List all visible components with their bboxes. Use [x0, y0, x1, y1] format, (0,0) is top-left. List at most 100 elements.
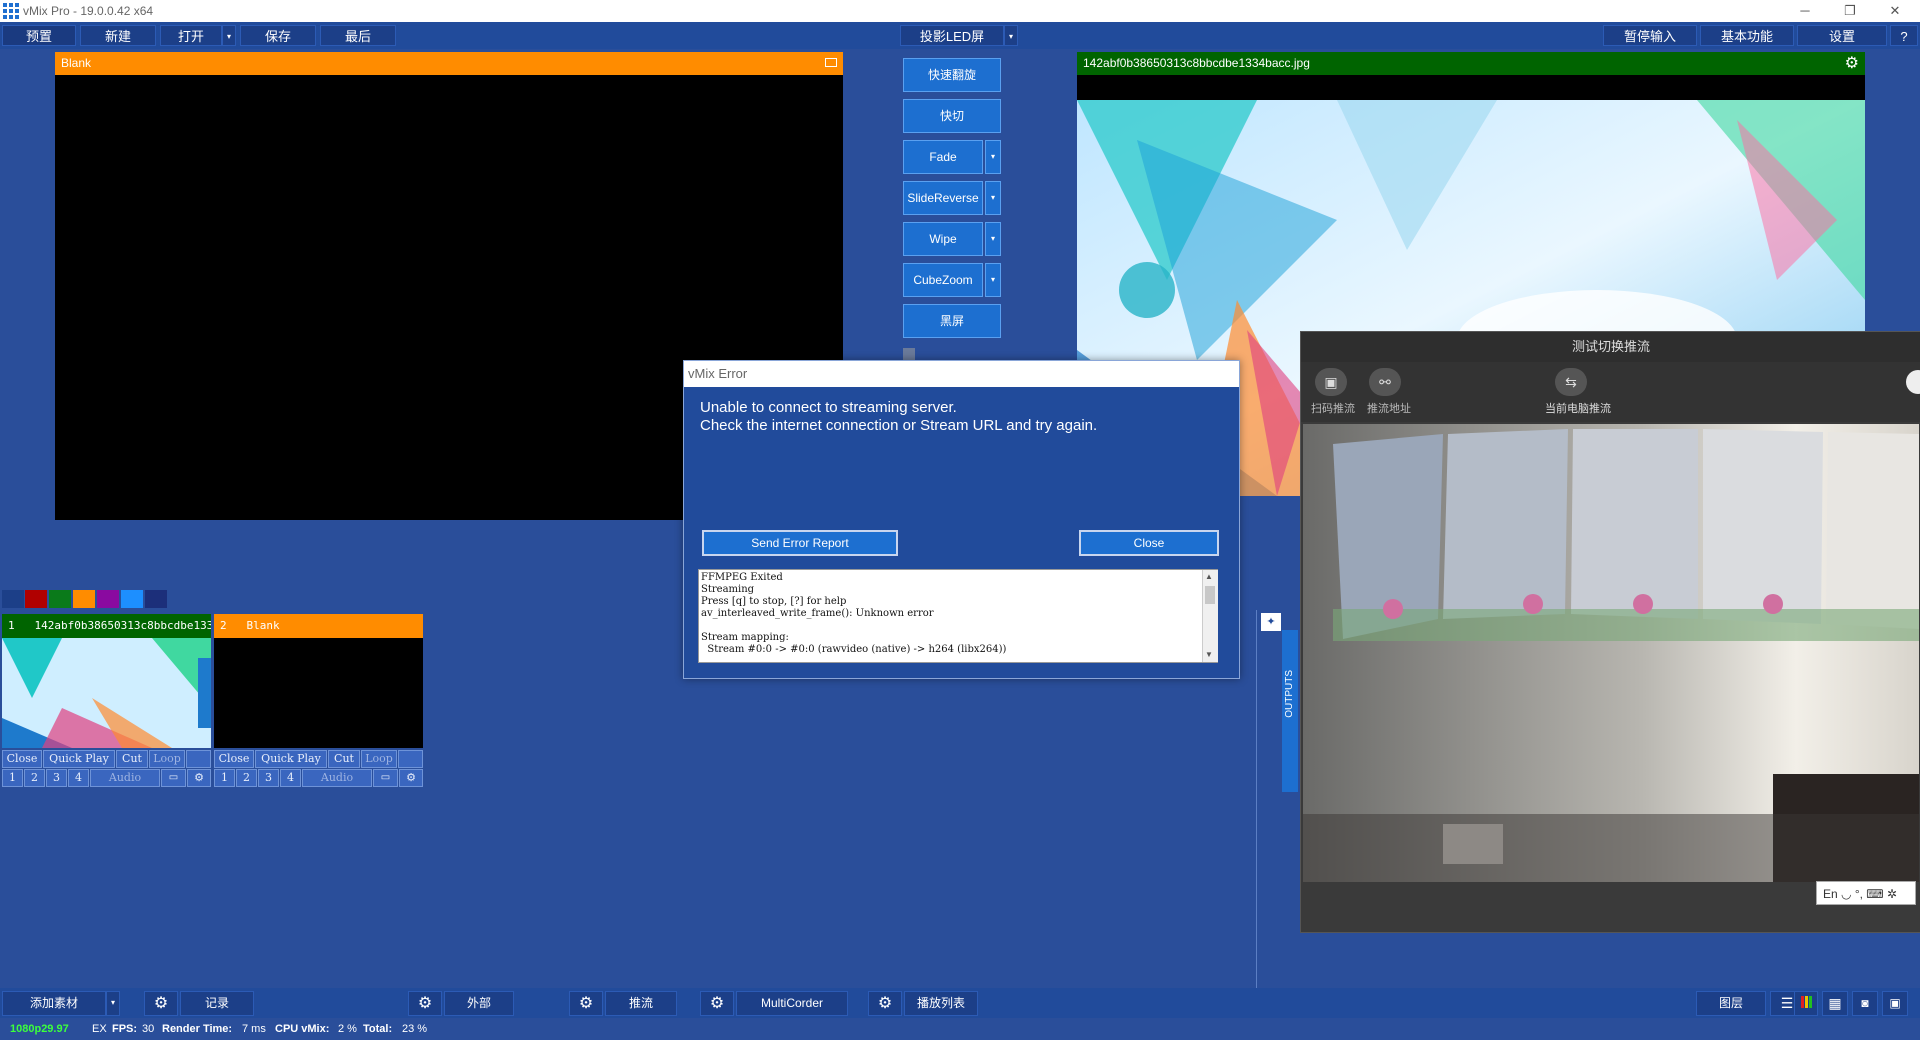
output-settings-gear-icon[interactable]: ⚙ [1845, 52, 1859, 75]
input-2-close-button[interactable]: Close [214, 750, 254, 768]
external-settings-gear-icon[interactable]: ⚙ [408, 991, 442, 1016]
minimize-button[interactable]: ─ [1785, 2, 1825, 20]
pin-icon[interactable]: ✦ [1261, 613, 1281, 631]
input-1-close-button[interactable]: Close [2, 750, 42, 768]
input-1-audio-button[interactable]: Audio [90, 769, 160, 787]
add-input-button[interactable]: 添加素材 [2, 991, 106, 1016]
color-swatch-red[interactable] [25, 590, 47, 608]
color-swatch-purple[interactable] [97, 590, 119, 608]
wipe-dropdown-button[interactable]: ▾ [985, 222, 1001, 256]
scroll-thumb[interactable] [1205, 586, 1215, 604]
error-log-textarea[interactable]: FFMPEG Exited Streaming Press [q] to sto… [698, 569, 1218, 663]
input-tile-1[interactable]: 1 142abf0b38650313c8bbcdbe1334bacc.jpg C… [2, 614, 211, 796]
fade-transition-button[interactable]: Fade [903, 140, 983, 174]
open-dropdown-button[interactable]: ▾ [222, 25, 236, 46]
stream-url-label[interactable]: 推流地址 [1367, 400, 1411, 416]
quick-play-transition-button[interactable]: 快速翻旋 [903, 58, 1001, 92]
streaming-tool-window[interactable]: 测试切换推流 ▣ 扫码推流 ⚯ 推流地址 ⇆ 当前电脑推流 En ◡ °, ⌨ … [1300, 331, 1920, 933]
color-swatch-green[interactable] [49, 590, 71, 608]
slidereverse-dropdown-button[interactable]: ▾ [985, 181, 1001, 215]
black-screen-button[interactable]: 黑屏 [903, 304, 1001, 338]
ime-toolbar[interactable]: En ◡ °, ⌨ ✲ [1816, 881, 1916, 905]
wipe-transition-button[interactable]: Wipe [903, 222, 983, 256]
stream-button[interactable]: 推流 [605, 991, 677, 1016]
input-1-monitor-icon[interactable]: ▭ [161, 769, 186, 787]
input-tile-2[interactable]: 2 Blank Close Quick Play Cut Loop 1 2 3 … [214, 614, 423, 796]
multicorder-settings-gear-icon[interactable]: ⚙ [700, 991, 734, 1016]
error-dialog[interactable]: vMix Error Unable to connect to streamin… [683, 360, 1240, 679]
link-icon[interactable]: ⚯ [1369, 368, 1401, 396]
input-2-overlay-1-button[interactable]: 1 [214, 769, 235, 787]
cubezoom-transition-button[interactable]: CubeZoom [903, 263, 983, 297]
input-1-thumbnail[interactable] [2, 638, 211, 748]
save-button[interactable]: 保存 [240, 25, 316, 46]
color-swatch-orange[interactable] [73, 590, 95, 608]
input-2-overlay-4-button[interactable]: 4 [280, 769, 301, 787]
color-swatch-navy[interactable] [145, 590, 167, 608]
input-1-overlay-2-button[interactable]: 2 [24, 769, 45, 787]
error-log-scrollbar[interactable]: ▲ ▼ [1202, 570, 1218, 662]
switch-icon[interactable]: ⇆ [1555, 368, 1587, 396]
last-button[interactable]: 最后 [320, 25, 396, 46]
playlist-button[interactable]: 播放列表 [904, 991, 978, 1016]
dialog-close-button[interactable]: Close [1079, 530, 1219, 556]
pc-stream-label[interactable]: 当前电脑推流 [1545, 400, 1611, 416]
input-1-loop-button[interactable]: Loop [149, 750, 185, 768]
led-projector-button[interactable]: 投影LED屏 [900, 25, 1004, 46]
multicorder-button[interactable]: MultiCorder [736, 991, 848, 1016]
scroll-down-icon[interactable]: ▼ [1205, 650, 1213, 659]
input-2-thumbnail[interactable] [214, 638, 423, 748]
open-button[interactable]: 打开 [160, 25, 222, 46]
fps-value: 30 [142, 1023, 155, 1035]
cubezoom-dropdown-button[interactable]: ▾ [985, 263, 1001, 297]
input-1-quick-play-button[interactable]: Quick Play [43, 750, 115, 768]
input-1-overlay-3-button[interactable]: 3 [46, 769, 67, 787]
stream-settings-gear-icon[interactable]: ⚙ [569, 991, 603, 1016]
layers-button[interactable]: 图层 [1696, 991, 1766, 1016]
scan-stream-label[interactable]: 扫码推流 [1311, 400, 1355, 416]
slidereverse-transition-button[interactable]: SlideReverse [903, 181, 983, 215]
settings-button[interactable]: 设置 [1797, 25, 1887, 46]
playlist-settings-gear-icon[interactable]: ⚙ [868, 991, 902, 1016]
input-2-quick-play-button[interactable]: Quick Play [255, 750, 327, 768]
basic-features-button[interactable]: 基本功能 [1700, 25, 1794, 46]
input-1-overlay-1-button[interactable]: 1 [2, 769, 23, 787]
led-dropdown-button[interactable]: ▾ [1004, 25, 1018, 46]
input-2-settings-gear-icon[interactable]: ⚙ [399, 769, 423, 787]
help-button[interactable]: ? [1890, 25, 1918, 46]
input-1-cut-button[interactable]: Cut [116, 750, 148, 768]
preview-expand-icon[interactable] [825, 58, 837, 67]
input-2-audio-button[interactable]: Audio [302, 769, 372, 787]
grid-view-icon[interactable]: ▦ [1822, 991, 1848, 1016]
input-1-overlay-4-button[interactable]: 4 [68, 769, 89, 787]
input-2-overlay-2-button[interactable]: 2 [236, 769, 257, 787]
close-window-button[interactable]: ✕ [1875, 2, 1915, 20]
input-1-settings-gear-icon[interactable]: ⚙ [187, 769, 211, 787]
input-2-cut-button[interactable]: Cut [328, 750, 360, 768]
lock-icon[interactable]: ▣ [1882, 991, 1908, 1016]
outputs-tab[interactable]: OUTPUTS [1282, 630, 1298, 792]
external-button[interactable]: 外部 [444, 991, 514, 1016]
scroll-up-icon[interactable]: ▲ [1205, 572, 1213, 581]
overlay-side-button[interactable] [1906, 370, 1920, 394]
restore-button[interactable]: ❐ [1830, 2, 1870, 20]
record-settings-gear-icon[interactable]: ⚙ [144, 991, 178, 1016]
scan-stream-icon[interactable]: ▣ [1315, 368, 1347, 396]
cut-transition-button[interactable]: 快切 [903, 99, 1001, 133]
input-2-overlay-3-button[interactable]: 3 [258, 769, 279, 787]
record-button[interactable]: 记录 [180, 991, 254, 1016]
new-button[interactable]: 新建 [80, 25, 156, 46]
pause-input-button[interactable]: 暂停输入 [1603, 25, 1697, 46]
fade-dropdown-button[interactable]: ▾ [985, 140, 1001, 174]
add-input-dropdown-button[interactable]: ▾ [106, 991, 120, 1016]
color-swatch-lightblue[interactable] [121, 590, 143, 608]
audio-meter-icon[interactable] [1794, 991, 1818, 1016]
input-1-blank-button[interactable] [186, 750, 211, 768]
snapshot-icon[interactable]: ◙ [1852, 991, 1878, 1016]
preset-button[interactable]: 预置 [2, 25, 76, 46]
input-2-monitor-icon[interactable]: ▭ [373, 769, 398, 787]
input-2-blank-button[interactable] [398, 750, 423, 768]
color-swatch-blue[interactable] [2, 590, 24, 608]
send-error-report-button[interactable]: Send Error Report [702, 530, 898, 556]
input-2-loop-button[interactable]: Loop [361, 750, 397, 768]
